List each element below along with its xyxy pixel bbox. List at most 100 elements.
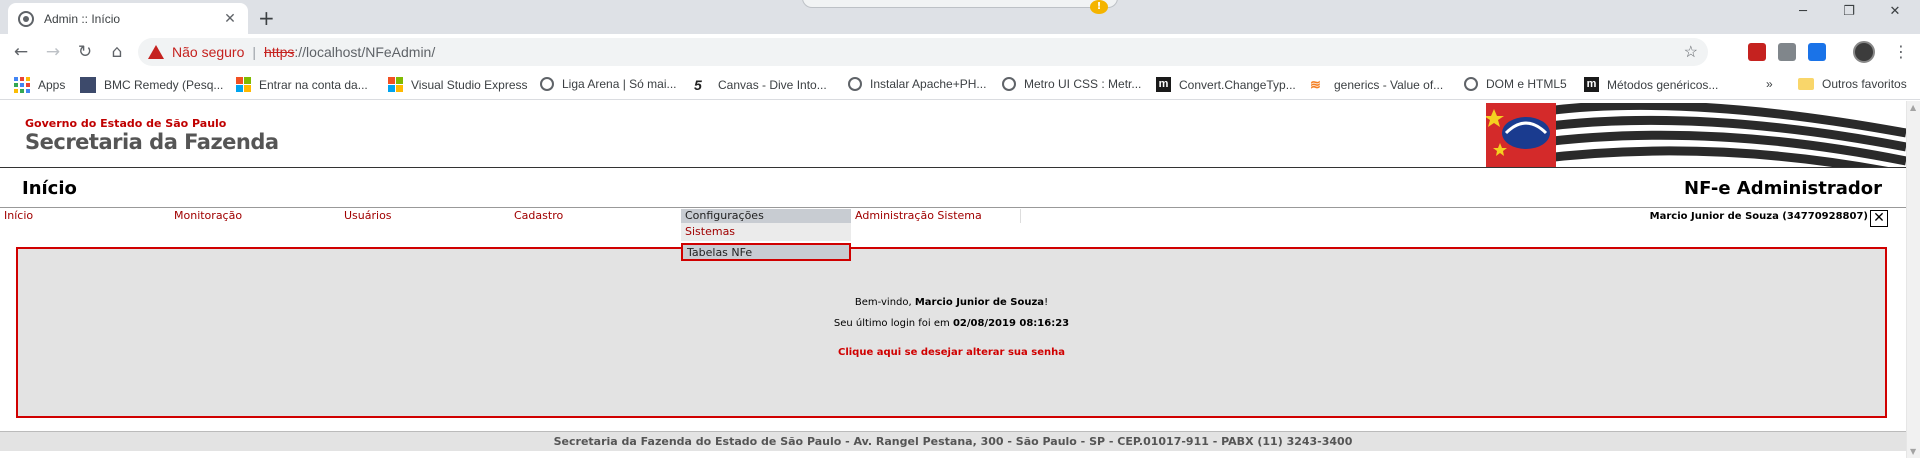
window-notch — [802, 0, 1118, 8]
bookmark-apps[interactable]: Apps — [14, 77, 65, 93]
tab-title: Admin :: Início — [44, 11, 121, 26]
m-icon: m — [1584, 77, 1599, 92]
bookmark-dom-html5[interactable]: DOM e HTML5 — [1464, 77, 1567, 91]
bookmarks-bar: Apps BMC Remedy (Pesq... Entrar na conta… — [0, 70, 1920, 100]
bookmark-convert[interactable]: m Convert.ChangeTyp... — [1156, 77, 1296, 92]
page-scrollbar[interactable]: ▲ ▼ — [1906, 101, 1920, 458]
welcome-user-name: Marcio Junior de Souza — [914, 297, 1045, 308]
new-tab-button[interactable]: + — [258, 6, 275, 30]
submenu-item-sistemas[interactable]: Sistemas — [681, 223, 851, 241]
tab-close-icon[interactable]: ✕ — [222, 11, 238, 27]
bookmark-label: Apps — [38, 78, 66, 92]
chevron-double-right-icon: » — [1766, 77, 1773, 91]
welcome-prefix: Bem-vindo, — [854, 297, 915, 308]
menu-item-administracao-sistema[interactable]: Administração Sistema — [851, 209, 1021, 223]
home-icon[interactable]: ⌂ — [106, 42, 128, 62]
bookmark-bmc[interactable]: BMC Remedy (Pesq... — [80, 77, 223, 93]
main-menu: Início Monitoração Usuários Cadastro Con… — [0, 207, 1906, 227]
bookmark-star-icon[interactable]: ☆ — [1684, 42, 1698, 62]
close-window-button[interactable]: ✕ — [1872, 4, 1918, 19]
sefaz-logo-text: Secretaria da Fazenda — [25, 130, 279, 154]
header-divider — [0, 167, 1906, 168]
page-footer: Secretaria da Fazenda do Estado de São P… — [0, 431, 1906, 451]
globe-icon — [1464, 77, 1478, 91]
bookmark-label: Outros favoritos — [1822, 77, 1907, 91]
configuracoes-dropdown: Sistemas Tabelas NFe — [681, 223, 851, 263]
bookmark-canvas[interactable]: 5 Canvas - Dive Into... — [694, 77, 827, 93]
globe-icon — [848, 77, 862, 91]
menu-item-usuarios[interactable]: Usuários — [340, 209, 510, 223]
stackoverflow-icon: ≋ — [1310, 77, 1321, 92]
bookmark-label: BMC Remedy (Pesq... — [104, 78, 224, 92]
bookmark-entrar[interactable]: Entrar na conta da... — [236, 77, 368, 92]
pdf-extension-icon[interactable] — [1748, 43, 1766, 61]
menu-item-cadastro[interactable]: Cadastro — [510, 209, 680, 223]
page-content: Governo do Estado de São Paulo Secretari… — [0, 101, 1906, 458]
bookmark-label: Métodos genéricos... — [1607, 77, 1719, 92]
browser-toolbar: ← → ↻ ⌂ Não seguro | https ://localhost/… — [0, 34, 1920, 70]
warning-triangle-icon — [148, 45, 164, 59]
bookmarks-overflow-button[interactable]: » — [1766, 77, 1773, 91]
microsoft-icon — [388, 77, 403, 92]
back-arrow-icon[interactable]: ← — [10, 42, 32, 62]
bookmark-label: Visual Studio Express — [411, 77, 528, 92]
last-login-prefix: Seu último login foi em — [833, 318, 953, 329]
globe-icon — [18, 10, 34, 27]
bookmark-liga-arena[interactable]: Liga Arena | Só mai... — [540, 77, 677, 91]
scroll-up-icon[interactable]: ▲ — [1910, 103, 1916, 112]
microsoft-icon — [236, 77, 251, 92]
security-status[interactable]: Não seguro — [172, 44, 244, 60]
logout-button[interactable]: ✕ — [1870, 210, 1888, 227]
browser-tab-bar: Admin :: Início ✕ + ! ─ ❐ ✕ — [0, 0, 1920, 34]
drive-extension-icon[interactable] — [1808, 43, 1826, 61]
chat-extension-icon[interactable] — [1778, 43, 1796, 61]
last-login-message: Seu último login foi em 02/08/2019 08:16… — [18, 318, 1885, 329]
bookmark-label: Liga Arena | Só mai... — [562, 77, 677, 91]
profile-avatar[interactable] — [1853, 41, 1875, 63]
apps-grid-icon — [14, 77, 30, 93]
bookmark-label: generics - Value of... — [1334, 78, 1444, 92]
bmc-icon — [80, 77, 96, 93]
bookmark-generics[interactable]: ≋ generics - Value of... — [1310, 77, 1443, 93]
separator: | — [252, 44, 257, 60]
reload-icon[interactable]: ↻ — [74, 42, 96, 62]
bookmark-label: Entrar na conta da... — [259, 77, 368, 92]
bookmark-metro-ui[interactable]: Metro UI CSS : Metr... — [1002, 77, 1141, 91]
m-icon: m — [1156, 77, 1171, 92]
globe-icon — [1002, 77, 1016, 91]
sao-paulo-flag-image — [1486, 103, 1906, 167]
restore-button[interactable]: ❐ — [1826, 4, 1872, 19]
menu-item-inicio[interactable]: Início — [0, 209, 170, 223]
canvas-icon: 5 — [694, 77, 702, 93]
last-login-timestamp: 02/08/2019 08:16:23 — [952, 318, 1070, 329]
forward-arrow-icon[interactable]: → — [42, 42, 64, 62]
submenu-item-tabelas-nfe[interactable]: Tabelas NFe — [681, 243, 851, 261]
welcome-suffix: ! — [1044, 297, 1049, 308]
bookmark-visual-studio[interactable]: Visual Studio Express — [388, 77, 528, 92]
bookmark-apache[interactable]: Instalar Apache+PH... — [848, 77, 986, 91]
minimize-button[interactable]: ─ — [1780, 4, 1826, 19]
menu-item-monitoracao[interactable]: Monitoração — [170, 209, 340, 223]
bookmark-label: Metro UI CSS : Metr... — [1024, 77, 1142, 91]
scroll-down-icon[interactable]: ▼ — [1910, 447, 1916, 456]
app-title: NF-e Administrador — [1684, 178, 1882, 199]
logged-user-name: Marcio Junior de Souza (34770928807) — [1649, 211, 1868, 222]
address-bar[interactable]: Não seguro | https ://localhost/NFeAdmin… — [138, 38, 1708, 66]
browser-tab[interactable]: Admin :: Início ✕ — [8, 3, 248, 34]
bookmark-other-favorites[interactable]: Outros favoritos — [1798, 77, 1907, 91]
gov-label: Governo do Estado de São Paulo — [25, 117, 227, 130]
bookmark-label: Canvas - Dive Into... — [718, 78, 827, 92]
bookmark-label: Instalar Apache+PH... — [870, 77, 987, 91]
bookmark-metodos[interactable]: m Métodos genéricos... — [1584, 77, 1718, 92]
url-path: ://localhost/NFeAdmin/ — [294, 44, 436, 60]
bookmark-label: DOM e HTML5 — [1486, 77, 1567, 91]
folder-icon — [1798, 78, 1814, 90]
warning-icon[interactable]: ! — [1090, 0, 1108, 14]
change-password-link[interactable]: Clique aqui se desejar alterar sua senha — [18, 347, 1885, 358]
welcome-message: Bem-vindo, Marcio Junior de Souza! — [18, 297, 1885, 308]
page-title: Início — [22, 178, 77, 199]
url-scheme: https — [264, 44, 295, 60]
welcome-panel: Bem-vindo, Marcio Junior de Souza! Seu ú… — [16, 247, 1887, 418]
menu-item-configuracoes[interactable]: Configurações — [681, 209, 851, 223]
browser-menu-icon[interactable]: ⋮ — [1893, 42, 1909, 61]
